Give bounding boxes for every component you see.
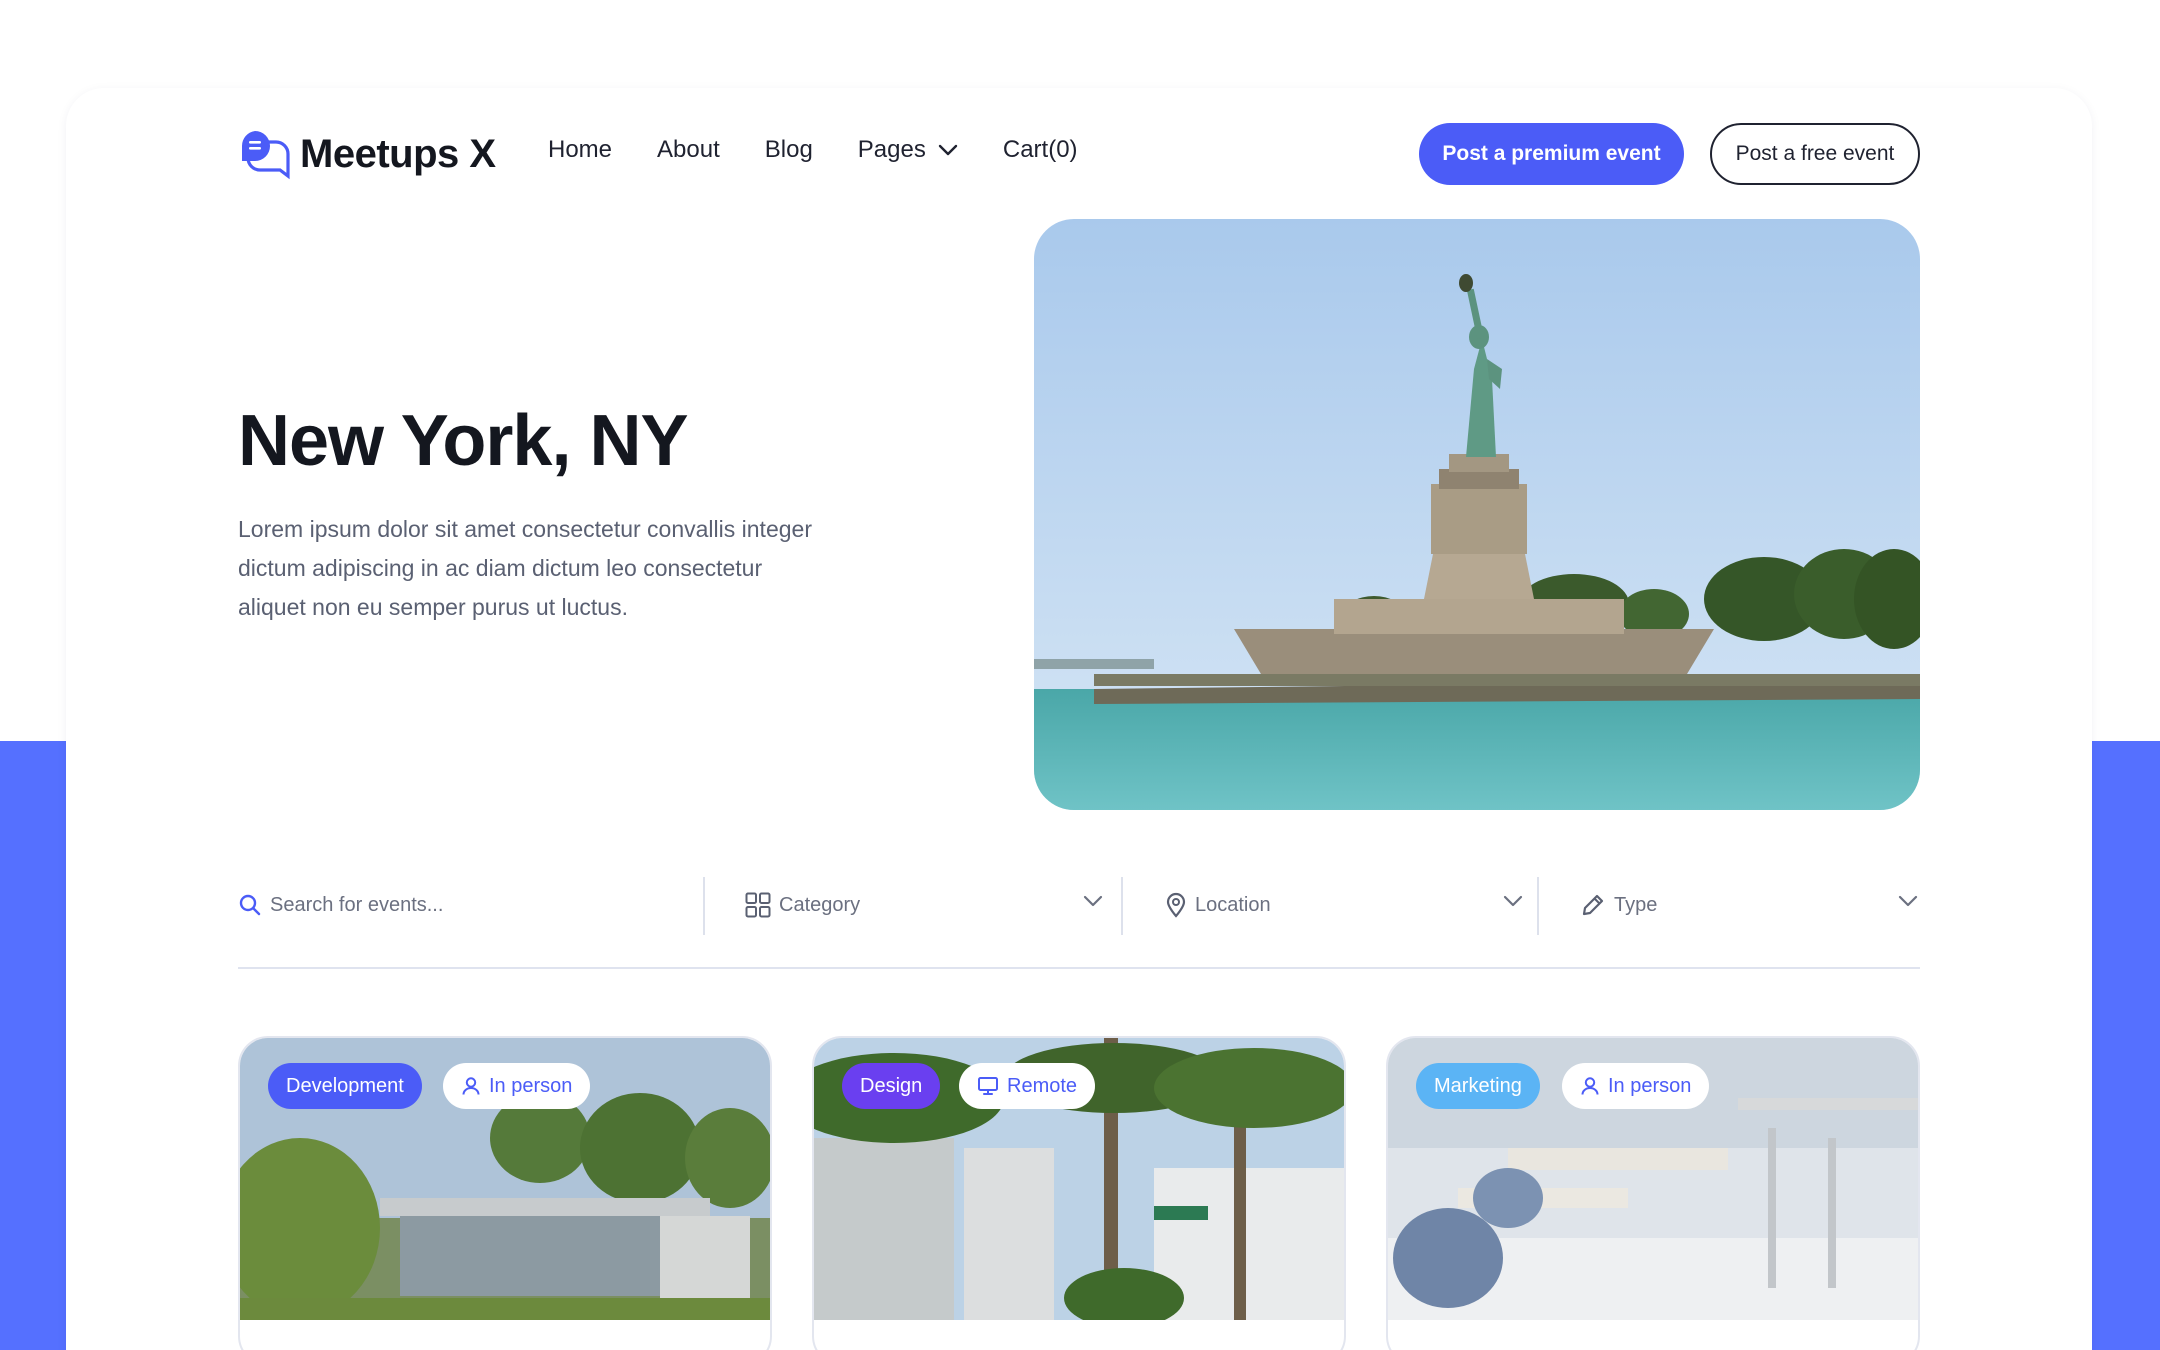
nav-about-label: About — [657, 136, 720, 163]
statue-of-liberty-photo — [1034, 219, 1920, 810]
attendance-tag-label: In person — [1608, 1074, 1692, 1097]
page-title: New York, NY — [238, 401, 688, 481]
attendance-tag-label: In person — [489, 1074, 573, 1097]
nav-pages-label: Pages — [857, 136, 926, 163]
chevron-down-icon — [1503, 895, 1523, 907]
filter-divider — [1121, 877, 1123, 935]
chat-bubbles-icon — [241, 131, 290, 180]
category-tag[interactable]: Development — [268, 1063, 422, 1109]
location-dropdown[interactable]: Location — [1165, 875, 1539, 935]
logo[interactable]: Meetups X — [238, 128, 496, 180]
event-card[interactable]: Design Remote — [812, 1036, 1346, 1350]
chevron-down-icon — [1898, 895, 1918, 907]
filter-divider — [1537, 877, 1539, 935]
category-dropdown[interactable]: Category — [745, 875, 1119, 935]
attendance-tag[interactable]: In person — [1562, 1063, 1710, 1109]
category-label: Category — [779, 893, 861, 916]
nav-about[interactable]: About — [657, 136, 720, 164]
filter-divider — [703, 877, 705, 935]
nav-home[interactable]: Home — [548, 136, 612, 164]
hero-description: Lorem ipsum dolor sit amet consectetur c… — [238, 516, 812, 620]
nav-cart[interactable]: Cart(0) — [1003, 136, 1078, 164]
category-tag[interactable]: Marketing — [1416, 1063, 1540, 1109]
grid-icon — [745, 892, 771, 918]
chevron-down-icon — [938, 144, 958, 156]
post-free-event-button[interactable]: Post a free event — [1710, 123, 1920, 185]
event-search — [238, 875, 703, 935]
category-tag-label: Marketing — [1434, 1074, 1522, 1097]
nav-blog-label: Blog — [764, 136, 813, 163]
category-tag-label: Design — [860, 1074, 923, 1097]
attendance-tag[interactable]: In person — [443, 1063, 591, 1109]
event-card[interactable]: Marketing In person — [1386, 1036, 1920, 1350]
pencil-icon — [1582, 894, 1604, 916]
monitor-icon — [978, 1077, 998, 1095]
category-tag-label: Development — [286, 1074, 404, 1097]
type-dropdown[interactable]: Type — [1580, 875, 1920, 935]
search-icon — [239, 894, 261, 916]
chevron-down-icon — [1083, 895, 1103, 907]
attendance-tag[interactable]: Remote — [959, 1063, 1096, 1109]
nav-home-label: Home — [548, 136, 613, 163]
filter-bar-underline — [238, 967, 1920, 969]
nav-blog[interactable]: Blog — [765, 136, 813, 164]
type-label: Type — [1614, 893, 1658, 916]
brand-name: Meetups X — [300, 131, 496, 176]
nav-cart-label: Cart(0) — [1002, 136, 1078, 163]
user-icon — [1581, 1077, 1599, 1095]
event-filter-bar: Category Location Type — [238, 875, 1920, 937]
category-tag[interactable]: Design — [842, 1063, 941, 1109]
user-icon — [462, 1077, 480, 1095]
main-menu: Home About Blog Pages Cart(0) — [548, 136, 1123, 164]
post-premium-event-button[interactable]: Post a premium event — [1419, 123, 1684, 185]
location-label: Location — [1195, 893, 1271, 916]
attendance-tag-label: Remote — [1007, 1074, 1078, 1097]
hero-image — [1034, 219, 1920, 810]
navbar: Meetups X Home About Blog Pages Cart(0) … — [238, 122, 1920, 186]
location-pin-icon — [1166, 892, 1186, 918]
nav-pages[interactable]: Pages — [858, 136, 958, 164]
search-input[interactable] — [270, 893, 670, 917]
event-card[interactable]: Development In person — [238, 1036, 772, 1350]
